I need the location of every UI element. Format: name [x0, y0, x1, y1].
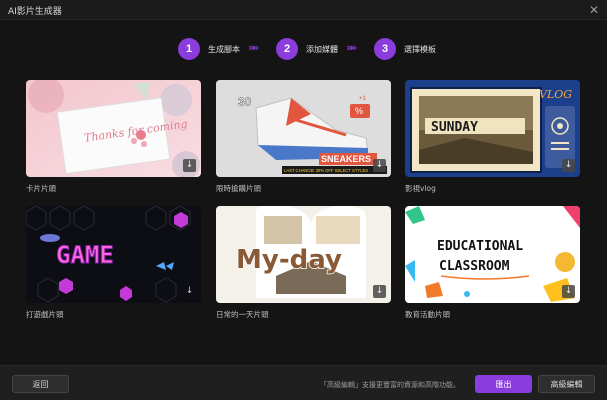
template-label: 日常的一天片頭 — [216, 310, 269, 319]
template-card-flash-sale[interactable]: 30 % +1 SNEAKERS LAST CHANCE! 30% OFF SE… — [216, 80, 391, 195]
thumbnail-image: GAME — [26, 206, 201, 303]
count-badge: +1 — [359, 96, 367, 102]
step-number: 3 — [374, 38, 396, 60]
template-thumbnail[interactable]: 30 % +1 SNEAKERS LAST CHANCE! 30% OFF SE… — [216, 80, 391, 177]
template-label: 教育活動片頭 — [405, 310, 450, 319]
title-bar: AI影片生成器 ✕ — [0, 0, 607, 20]
thumbnail-image: Thanks for coming — [26, 80, 201, 177]
step-label: 生成腳本 — [208, 44, 240, 54]
template-label: 限時搶購片頭 — [216, 184, 261, 193]
step-generate-script: 1 生成腳本 — [178, 37, 240, 61]
download-icon[interactable]: ↓ — [373, 159, 386, 172]
download-icon[interactable]: ↓ — [562, 159, 575, 172]
download-icon[interactable]: ↓ — [183, 285, 196, 298]
stepper: 1 生成腳本 »» 2 添加媒體 »» 3 選擇模板 — [0, 37, 607, 61]
education-title-line-2: CLASSROOM — [439, 259, 510, 274]
education-title-line-1: EDUCATIONAL — [437, 239, 523, 254]
headline: SNEAKERS — [321, 154, 371, 164]
step-number: 1 — [178, 38, 200, 60]
advanced-edit-hint: 「高級編輯」支援更豐富的資源和高階功能。 — [320, 381, 460, 389]
template-label: 卡片片頭 — [26, 184, 56, 193]
thumbnail-image: EDUCATIONAL CLASSROOM — [405, 206, 580, 303]
step-label: 選擇模板 — [404, 44, 436, 54]
bottom-bar: 返回 「高級編輯」支援更豐富的資源和高階功能。 匯出 高級編輯 — [0, 365, 607, 400]
my-day-title: My-day — [236, 245, 342, 275]
chevron-double-right-icon: »» — [346, 41, 357, 54]
export-button[interactable]: 匯出 — [475, 375, 532, 393]
thumbnail-image: My-day — [216, 206, 391, 303]
template-thumbnail[interactable]: SUNDAY VLOG ↓ — [405, 80, 580, 177]
template-thumbnail[interactable]: EDUCATIONAL CLASSROOM ↓ — [405, 206, 580, 303]
download-icon[interactable]: ↓ — [183, 159, 196, 172]
thumbnail-image: 30 % +1 SNEAKERS LAST CHANCE! 30% OFF SE… — [216, 80, 391, 177]
step-add-media: 2 添加媒體 — [276, 37, 338, 61]
step-choose-template: 3 選擇模板 — [374, 37, 436, 61]
window-title: AI影片生成器 — [8, 7, 62, 17]
advanced-edit-button[interactable]: 高級編輯 — [538, 375, 595, 393]
game-title: GAME — [56, 241, 114, 269]
thumbnail-image: SUNDAY VLOG — [405, 80, 580, 177]
sale-badge: % — [355, 106, 363, 116]
template-thumbnail[interactable]: Thanks for coming ↓ — [26, 80, 201, 177]
template-card-gaming[interactable]: GAME ↓ 打遊戲片頭 — [26, 206, 201, 321]
back-button[interactable]: 返回 — [12, 375, 69, 393]
template-label: 打遊戲片頭 — [26, 310, 64, 319]
download-icon[interactable]: ↓ — [373, 285, 386, 298]
template-thumbnail[interactable]: GAME ↓ — [26, 206, 201, 303]
vlog-neon-text: VLOG — [539, 88, 572, 101]
template-thumbnail[interactable]: My-day ↓ — [216, 206, 391, 303]
banner-text: LAST CHANCE! 30% OFF SELECT STYLES — [284, 168, 368, 173]
template-card-card-intro[interactable]: Thanks for coming ↓ 卡片片頭 — [26, 80, 201, 195]
close-icon[interactable]: ✕ — [589, 2, 599, 18]
chevron-double-right-icon: »» — [248, 41, 259, 54]
download-icon[interactable]: ↓ — [562, 285, 575, 298]
template-card-education[interactable]: EDUCATIONAL CLASSROOM ↓ 教育活動片頭 — [405, 206, 580, 321]
step-label: 添加媒體 — [306, 44, 338, 54]
step-number: 2 — [276, 38, 298, 60]
template-card-my-day[interactable]: My-day ↓ 日常的一天片頭 — [216, 206, 391, 321]
template-card-vlog[interactable]: SUNDAY VLOG ↓ 影視vlog — [405, 80, 580, 195]
template-label: 影視vlog — [405, 184, 436, 193]
sale-number: 30 — [238, 95, 252, 109]
sunday-title: SUNDAY — [431, 120, 478, 135]
